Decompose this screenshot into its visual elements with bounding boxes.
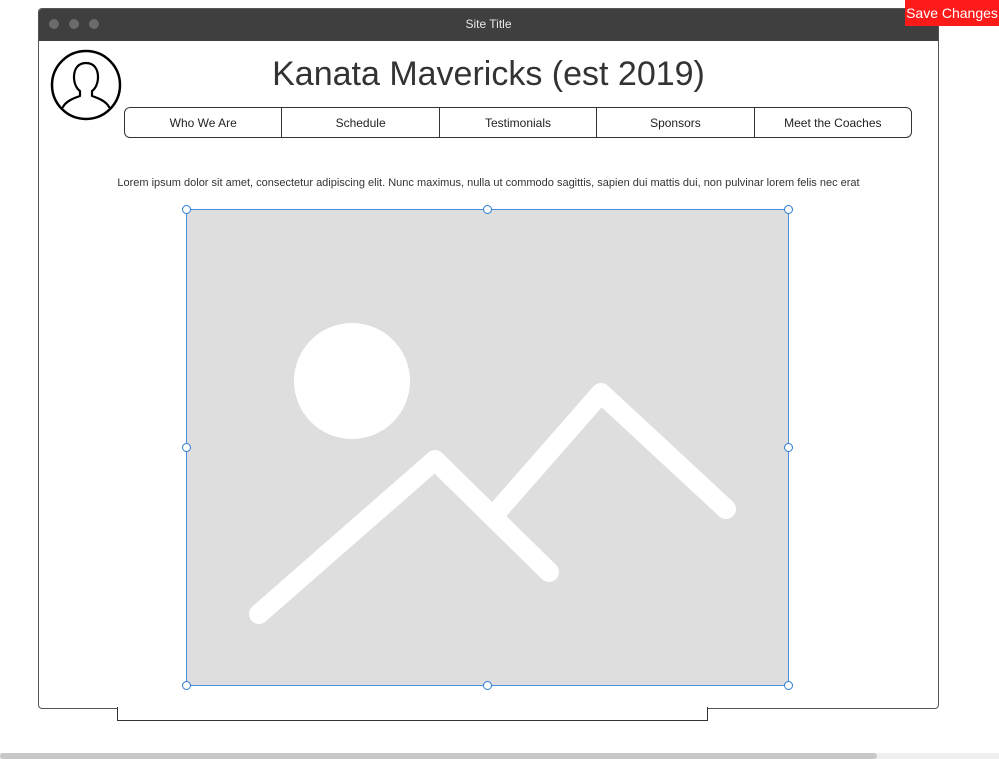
save-changes-button[interactable]: Save Changes	[905, 0, 999, 26]
resize-handle-bottom-left[interactable]	[182, 681, 191, 690]
horizontal-scrollbar[interactable]	[0, 753, 999, 759]
resize-handle-right[interactable]	[784, 443, 793, 452]
resize-handle-bottom-right[interactable]	[784, 681, 793, 690]
main-nav: Who We Are Schedule Testimonials Sponsor…	[124, 107, 912, 138]
resize-handle-top-left[interactable]	[182, 205, 191, 214]
nav-item-schedule[interactable]: Schedule	[282, 108, 440, 137]
resize-handle-left[interactable]	[182, 443, 191, 452]
scrollbar-thumb[interactable]	[0, 753, 877, 759]
window-title: Site Title	[465, 17, 512, 31]
site-heading: Kanata Mavericks (est 2019)	[272, 55, 705, 93]
nav-item-sponsors[interactable]: Sponsors	[597, 108, 755, 137]
resize-handle-top[interactable]	[483, 205, 492, 214]
nav-item-testimonials[interactable]: Testimonials	[440, 108, 598, 137]
browser-window: Site Title Kanata Mavericks (est 2019) W…	[38, 8, 939, 709]
image-placeholder[interactable]	[182, 205, 793, 690]
intro-paragraph: Lorem ipsum dolor sit amet, consectetur …	[117, 177, 860, 189]
overflow-container	[117, 707, 708, 721]
nav-item-who-we-are[interactable]: Who We Are	[125, 108, 283, 137]
image-placeholder-icon	[249, 323, 736, 624]
user-profile-icon	[50, 49, 122, 121]
window-titlebar: Site Title	[39, 9, 938, 41]
resize-handle-bottom[interactable]	[483, 681, 492, 690]
resize-handle-top-right[interactable]	[784, 205, 793, 214]
nav-item-meet-the-coaches[interactable]: Meet the Coaches	[755, 108, 911, 137]
